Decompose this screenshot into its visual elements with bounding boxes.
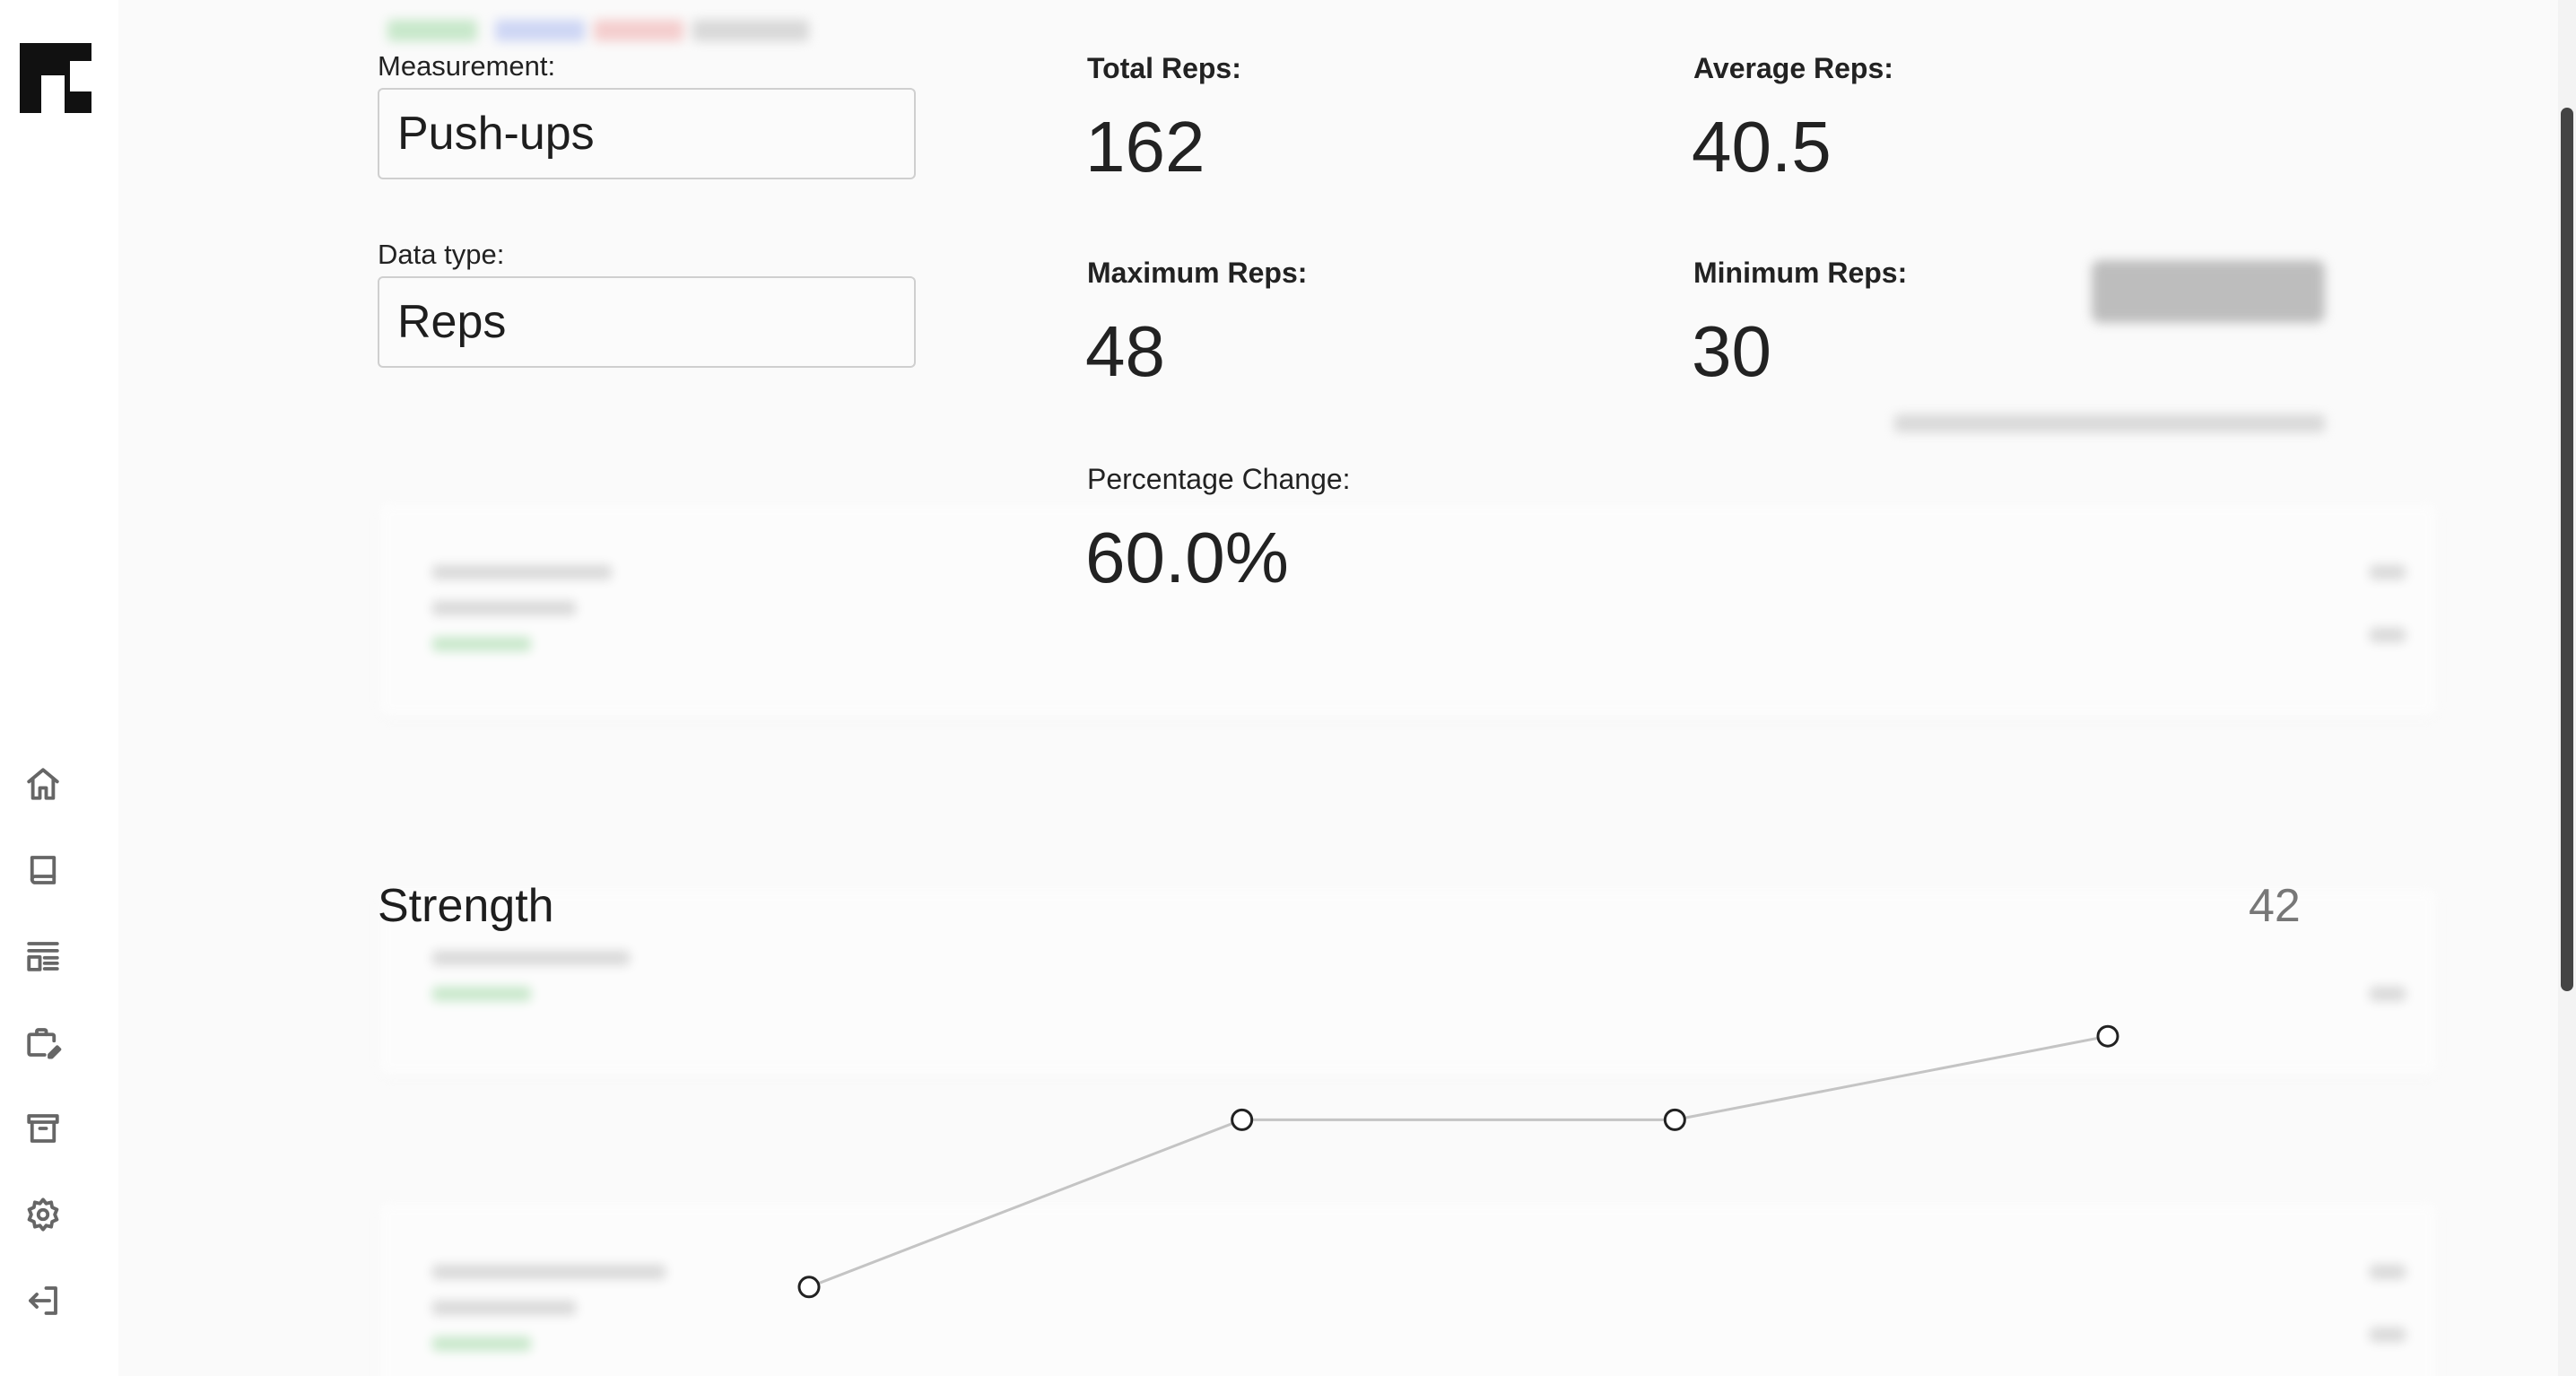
nav-book[interactable]	[22, 849, 65, 892]
data-point-1[interactable]	[797, 1276, 821, 1299]
data-point-3[interactable]	[1663, 1108, 1686, 1131]
nav-jobs[interactable]	[22, 1021, 65, 1064]
layout-list-icon	[27, 942, 59, 971]
progress-line-chart	[797, 1024, 2119, 1299]
nav-archive[interactable]	[22, 1107, 65, 1150]
archive-icon	[27, 1114, 59, 1143]
series-line	[808, 1034, 2109, 1289]
nav-layout[interactable]	[22, 935, 65, 978]
app-window: Measurement: Push-ups Data type: Reps To…	[0, 0, 2576, 1376]
nav-logout[interactable]	[22, 1279, 65, 1322]
data-point-2[interactable]	[1231, 1108, 1254, 1131]
data-point-4[interactable]	[2096, 1024, 2119, 1048]
scrollbar-thumb[interactable]	[2561, 108, 2573, 991]
brand-logo-icon[interactable]	[20, 43, 91, 113]
settings-icon	[27, 1197, 59, 1232]
sidebar	[0, 0, 118, 1376]
vertical-scrollbar[interactable]	[2558, 0, 2576, 1376]
home-icon	[27, 768, 59, 800]
book-icon	[30, 856, 57, 884]
briefcase-edit-icon	[27, 1028, 62, 1059]
logout-icon	[29, 1286, 57, 1315]
nav-home[interactable]	[22, 762, 65, 806]
main-content: Measurement: Push-ups Data type: Reps To…	[118, 0, 2558, 1376]
nav-settings[interactable]	[22, 1193, 65, 1236]
